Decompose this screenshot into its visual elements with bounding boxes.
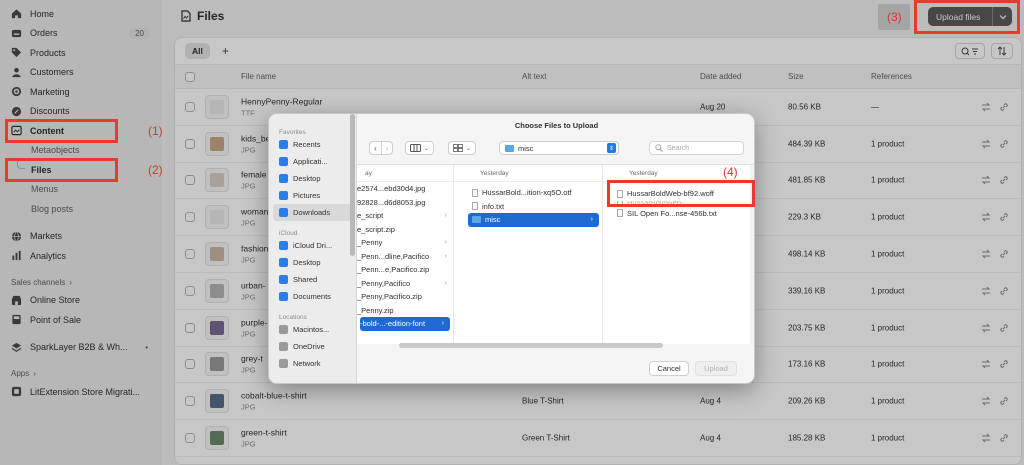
dialog-footer: Cancel Upload	[357, 354, 754, 383]
location-icon	[279, 174, 288, 183]
dialog-sidebar-item[interactable]: Applicati...	[273, 153, 352, 170]
browser-row[interactable]: e2574...ebd30d4.jpg	[357, 182, 453, 196]
annotation-box-files	[5, 158, 118, 182]
dialog-title: Choose Files to Upload	[514, 121, 599, 130]
annotation-step-3: (3)	[887, 10, 902, 24]
browser-row[interactable]: 92828...d6d8053.jpg	[357, 196, 453, 210]
browser-row[interactable]: _Penny ›	[357, 236, 453, 250]
updown-icon: ⇕	[607, 143, 616, 153]
chevron-right-icon: ›	[444, 212, 447, 220]
browser-row[interactable]: _Penn...dline,Pacifico ›	[357, 250, 453, 264]
back-chevron-icon[interactable]: ‹	[370, 142, 381, 154]
dialog-sidebar-item[interactable]: Macintos...	[273, 321, 352, 338]
dialog-toolbar: ‹ › ⌄ ⌄ misc ⇕ Search	[369, 141, 744, 156]
horizontal-scrollbar[interactable]	[399, 343, 663, 348]
location-icon	[279, 157, 288, 166]
location-icon	[279, 342, 288, 351]
upload-button[interactable]: Upload	[695, 361, 737, 376]
dialog-sidebar-item[interactable]: Documents	[273, 288, 352, 305]
chevron-down-icon: ⌄	[466, 145, 472, 152]
grid-icon	[453, 144, 463, 152]
chevron-right-icon: ›	[590, 216, 593, 224]
chevron-right-icon: ›	[444, 252, 447, 260]
location-icon	[279, 191, 288, 200]
search-icon	[655, 144, 663, 152]
columns-icon	[410, 144, 421, 152]
chevron-right-icon: ›	[444, 279, 447, 287]
back-forward-buttons: ‹ ›	[369, 141, 393, 155]
folder-icon	[472, 216, 481, 224]
dialog-sidebar-item[interactable]: Recents	[273, 136, 352, 153]
browser-row[interactable]: _Penny.zip	[357, 304, 453, 318]
dialog-sidebar-item[interactable]: iCloud Dri...	[273, 237, 352, 254]
location-icon	[279, 359, 288, 368]
icloud-heading: iCloud	[279, 230, 298, 237]
location-icon	[279, 140, 288, 149]
browser-column-2: Yesterday HussarBold...ition-xq5O.otf inf…	[454, 165, 603, 345]
annotation-step-1: (1)	[148, 124, 163, 138]
dialog-sidebar-item[interactable]: Downloads	[273, 204, 352, 221]
document-icon	[472, 188, 478, 197]
browser-row[interactable]: HussarBold...ition-xq5O.otf	[454, 186, 602, 200]
annotation-step-4: (4)	[723, 165, 738, 179]
column-view-button[interactable]: ⌄	[405, 141, 435, 155]
location-icon	[279, 292, 288, 301]
location-icon	[279, 208, 288, 217]
dialog-sidebar-item[interactable]: OneDrive	[273, 338, 352, 355]
document-icon	[472, 202, 478, 211]
folder-icon	[505, 144, 514, 152]
browser-row[interactable]: misc ›	[468, 213, 599, 227]
sidebar-scrollbar[interactable]	[349, 114, 356, 256]
browser-row[interactable]: _Penny,Pacifico.zip	[357, 290, 453, 304]
locations-heading: Locations	[279, 314, 307, 321]
dialog-search-field[interactable]: Search	[649, 141, 744, 155]
location-icon	[279, 258, 288, 267]
path-popup[interactable]: misc ⇕	[499, 141, 619, 155]
browser-row[interactable]: _Penny,Pacifico ›	[357, 277, 453, 291]
dialog-sidebar-item[interactable]: Desktop	[273, 254, 352, 271]
annotation-box-content	[5, 119, 118, 143]
browser-row[interactable]: e_script.zip	[357, 223, 453, 237]
browser-row[interactable]: info.txt	[454, 200, 602, 214]
chevron-down-icon: ⌄	[424, 145, 430, 152]
dialog-sidebar: Favorites Recents Applicati... Desktop Pict…	[269, 114, 357, 383]
browser-row[interactable]: e_script ›	[357, 209, 453, 223]
cancel-button[interactable]: Cancel	[649, 361, 689, 376]
group-view-button[interactable]: ⌄	[448, 141, 477, 155]
annotation-box-font-file	[607, 180, 755, 207]
dialog-sidebar-item[interactable]: Desktop	[273, 170, 352, 187]
location-icon	[279, 275, 288, 284]
dialog-sidebar-item[interactable]: Network	[273, 355, 352, 372]
favorites-heading: Favorites	[279, 129, 306, 136]
dialog-sidebar-item[interactable]: Pictures	[273, 187, 352, 204]
forward-chevron-icon[interactable]: ›	[381, 142, 392, 154]
chevron-right-icon: ›	[441, 320, 444, 328]
location-icon	[279, 241, 288, 250]
browser-row[interactable]: _Penn...e,Pacifico.zip	[357, 263, 453, 277]
location-icon	[279, 325, 288, 334]
browser-row[interactable]: -bold-...-edition-font ›	[360, 317, 450, 331]
browser-row[interactable]: SIL Open Fo...nse-456b.txt	[603, 207, 754, 221]
annotation-step-2: (2)	[148, 163, 163, 177]
browser-column-1: ay e2574...ebd30d4.jpg 92828...d6d8053.jp…	[357, 165, 454, 345]
chevron-right-icon: ›	[444, 239, 447, 247]
document-icon	[617, 209, 623, 218]
dialog-sidebar-item[interactable]: Shared	[273, 271, 352, 288]
file-chooser-dialog: Favorites Recents Applicati... Desktop Pict…	[268, 113, 755, 384]
annotation-box-upload-files	[914, 0, 1020, 34]
